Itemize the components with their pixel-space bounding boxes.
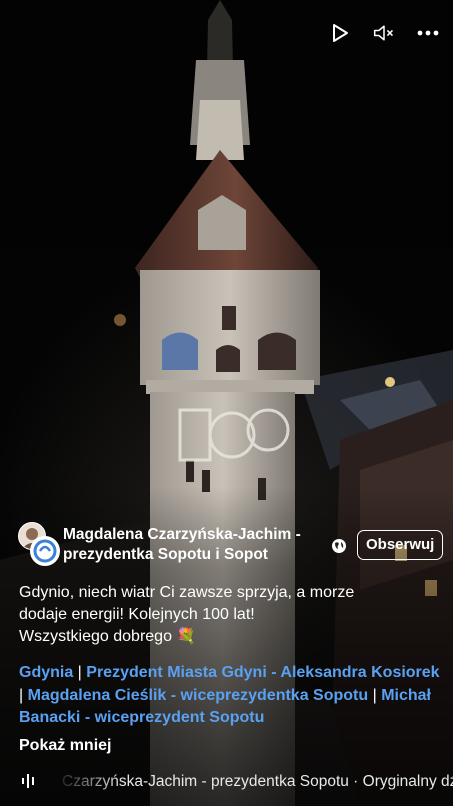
- tag-link-wiceprezydentka[interactable]: Magdalena Cieślik - wiceprezydentka Sopo…: [28, 687, 369, 704]
- audio-attribution[interactable]: Czarzyńska-Jachim - prezydentka Sopotu ·…: [0, 770, 453, 794]
- avatar[interactable]: [18, 522, 60, 566]
- caption-line: dodaje energii! Kolejnych 100 lat!: [19, 606, 255, 623]
- author-row: Magdalena Czarzyńska-Jachim - prezydentk…: [18, 522, 448, 566]
- tagged-pages: Gdynia | Prezydent Miasta Gdyni - Aleksa…: [19, 662, 444, 730]
- globe-icon: [331, 538, 347, 559]
- show-less-button[interactable]: Pokaż mniej: [19, 735, 111, 757]
- sopot-logo-icon: [30, 536, 60, 566]
- author-name[interactable]: Magdalena Czarzyńska-Jachim - prezydentk…: [63, 525, 333, 565]
- audio-waveform-icon: [20, 773, 36, 794]
- play-icon[interactable]: [329, 22, 351, 44]
- tag-separator: |: [368, 686, 382, 704]
- caption-line: Wszystkiego dobrego 💐: [19, 628, 197, 645]
- follow-button[interactable]: Obserwuj: [357, 530, 444, 560]
- tag-separator: |: [19, 686, 28, 704]
- more-dots-icon[interactable]: [417, 22, 439, 44]
- post-caption: Gdynio, niech wiatr Ci zawsze sprzyja, a…: [19, 582, 439, 648]
- audio-track-name: Czarzyńska-Jachim - prezydentka Sopotu ·…: [62, 773, 453, 790]
- tag-separator: |: [73, 664, 87, 681]
- tag-link-prezydent-gdyni[interactable]: Prezydent Miasta Gdyni - Aleksandra Kosi…: [86, 664, 439, 681]
- caption-line: Gdynio, niech wiatr Ci zawsze sprzyja, a…: [19, 584, 355, 601]
- muted-speaker-icon[interactable]: [373, 22, 395, 44]
- tag-link-gdynia[interactable]: Gdynia: [19, 664, 73, 681]
